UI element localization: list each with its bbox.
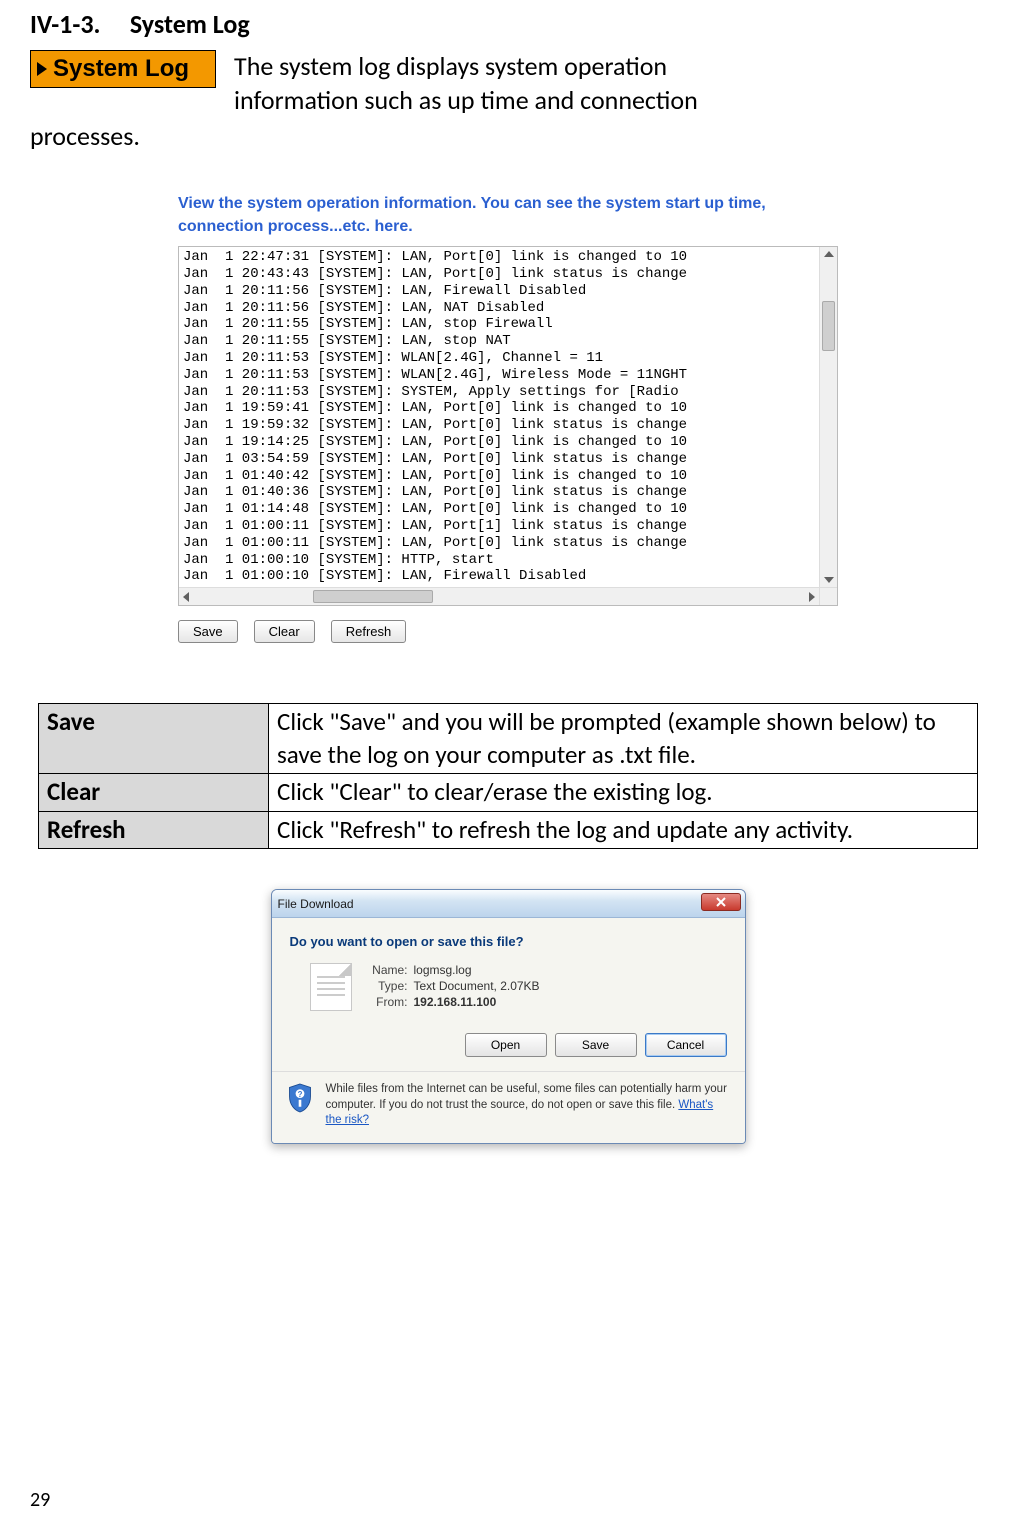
intro-text-line3: processes. xyxy=(30,120,986,154)
log-textarea[interactable]: Jan 1 22:47:31 [SYSTEM]: LAN, Port[0] li… xyxy=(179,247,819,587)
page-number: 29 xyxy=(30,1488,50,1512)
scroll-up-icon[interactable] xyxy=(824,251,834,257)
scrollbar-horizontal[interactable] xyxy=(179,587,837,605)
chevron-right-icon xyxy=(37,62,47,76)
file-from-value: 192.168.11.100 xyxy=(414,995,497,1009)
file-download-dialog: File Download Do you want to open or sav… xyxy=(271,889,746,1144)
close-icon xyxy=(716,897,726,907)
log-box: Jan 1 22:47:31 [SYSTEM]: LAN, Port[0] li… xyxy=(178,246,838,606)
scroll-down-icon[interactable] xyxy=(824,577,834,583)
section-title: System Log xyxy=(130,8,250,40)
clear-button[interactable]: Clear xyxy=(254,620,315,643)
file-from-label: From: xyxy=(362,995,408,1009)
section-heading: IV-1-3. System Log xyxy=(30,8,986,40)
close-button[interactable] xyxy=(701,893,741,911)
description-table: SaveClick "Save" and you will be prompte… xyxy=(38,703,978,849)
footer-warning: While files from the Internet can be use… xyxy=(326,1083,727,1111)
desc-cell: Click "Refresh" to refresh the log and u… xyxy=(269,811,978,849)
dialog-footer-text: While files from the Internet can be use… xyxy=(326,1082,731,1129)
open-button[interactable]: Open xyxy=(465,1033,547,1057)
scroll-thumb-vertical[interactable] xyxy=(822,301,835,351)
desc-cell: Click "Clear" to clear/erase the existin… xyxy=(269,774,978,812)
intro-text-line2: information such as up time and connecti… xyxy=(234,84,698,118)
dialog-question: Do you want to open or save this file? xyxy=(290,934,727,949)
intro-text-line1: The system log displays system operation xyxy=(234,50,698,84)
dialog-title: File Download xyxy=(278,897,354,911)
file-type-value: Text Document, 2.07KB xyxy=(414,979,540,993)
file-type-label: Type: xyxy=(362,979,408,993)
dialog-titlebar[interactable]: File Download xyxy=(272,890,745,918)
file-icon xyxy=(310,963,352,1011)
save-button[interactable]: Save xyxy=(178,620,238,643)
refresh-button[interactable]: Refresh xyxy=(331,620,407,643)
table-row: SaveClick "Save" and you will be prompte… xyxy=(39,704,978,774)
desc-cell: Click "Save" and you will be prompted (e… xyxy=(269,704,978,774)
file-name-label: Name: xyxy=(362,963,408,977)
cancel-button[interactable]: Cancel xyxy=(645,1033,727,1057)
log-caption: View the system operation information. Y… xyxy=(178,193,838,238)
table-row: ClearClick "Clear" to clear/erase the ex… xyxy=(39,774,978,812)
scroll-right-icon[interactable] xyxy=(809,592,815,602)
scrollbar-vertical[interactable] xyxy=(819,247,837,587)
table-row: RefreshClick "Refresh" to refresh the lo… xyxy=(39,811,978,849)
section-number: IV-1-3. xyxy=(30,8,100,40)
term-cell: Refresh xyxy=(39,811,269,849)
dialog-save-button[interactable]: Save xyxy=(555,1033,637,1057)
file-name-value: logmsg.log xyxy=(414,963,472,977)
scroll-left-icon[interactable] xyxy=(183,592,189,602)
term-cell: Save xyxy=(39,704,269,774)
nav-badge: System Log xyxy=(30,50,216,88)
scroll-thumb-horizontal[interactable] xyxy=(313,590,433,603)
shield-icon: ? xyxy=(286,1082,314,1114)
file-details: Name: logmsg.log Type: Text Document, 2.07… xyxy=(362,963,540,1011)
term-cell: Clear xyxy=(39,774,269,812)
svg-text:?: ? xyxy=(297,1090,302,1099)
nav-badge-text: System Log xyxy=(53,55,189,83)
